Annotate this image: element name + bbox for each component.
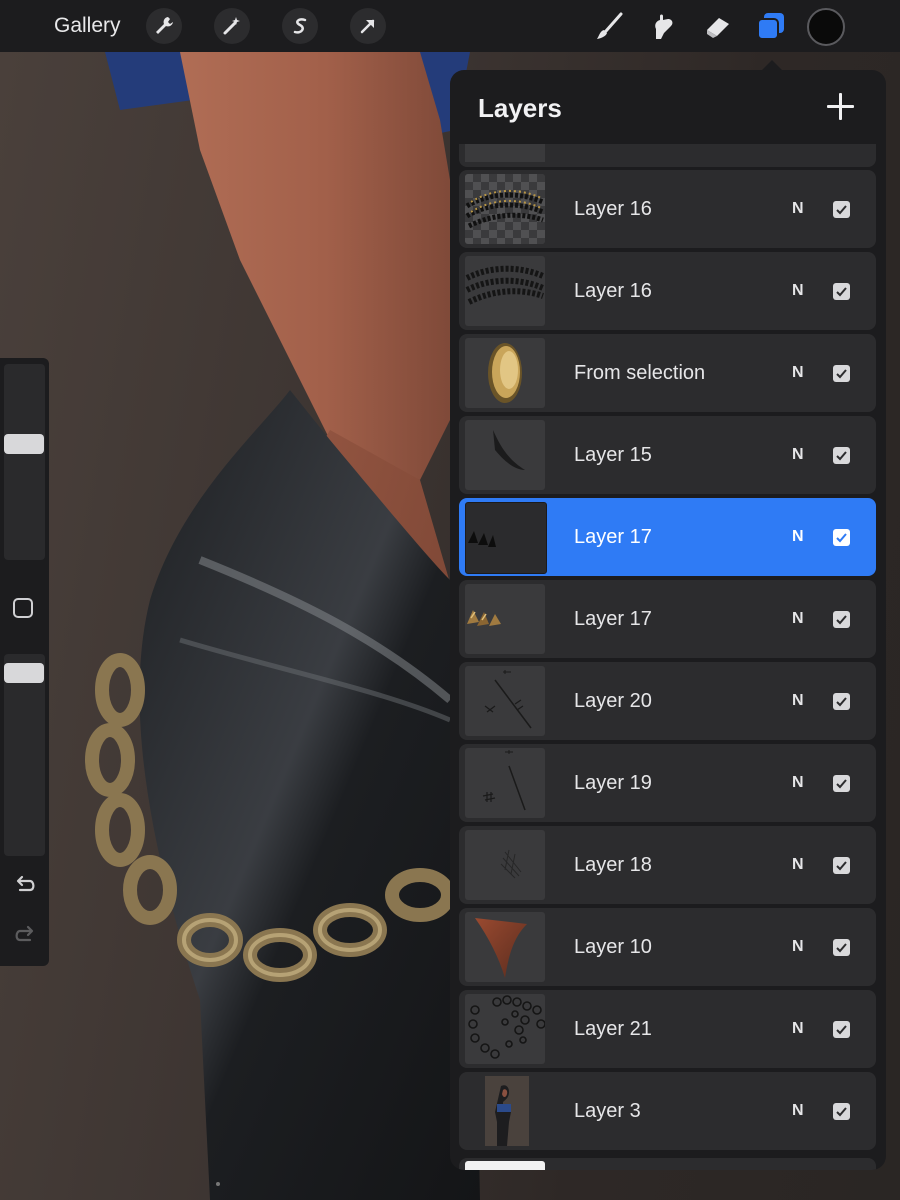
top-toolbar: Gallery [0,0,900,52]
smudge-icon[interactable] [645,8,681,44]
page-indicator-dot [216,1182,220,1186]
layer-list[interactable]: Layer 16 N Layer 16 N From selection N L… [459,144,877,1170]
layer-row-partial-top[interactable] [459,144,876,167]
opacity-slider[interactable] [4,654,45,856]
layers-panel-title: Layers [478,93,562,123]
layer-row[interactable]: Layer 15 N [459,416,876,494]
visibility-checkbox[interactable] [833,529,850,546]
blend-mode-button[interactable]: N [792,608,804,630]
layer-name[interactable]: Layer 16 [574,278,652,304]
left-sidebar [0,358,49,966]
wrench-icon[interactable] [146,8,182,44]
layer-thumbnail [465,584,545,654]
layer-thumbnail [465,830,545,900]
layer-name[interactable]: Layer 20 [574,688,652,714]
blend-mode-button[interactable]: N [792,198,804,220]
selection-s-icon[interactable] [282,8,318,44]
layer-thumbnail [465,912,545,982]
blend-mode-button[interactable]: N [792,936,804,958]
blend-mode-button[interactable]: N [792,444,804,466]
layer-row[interactable]: Layer 20 N [459,662,876,740]
color-picker-button[interactable] [807,8,845,46]
visibility-checkbox[interactable] [833,201,850,218]
layer-row[interactable]: Layer 16 N [459,252,876,330]
undo-icon[interactable] [12,874,38,896]
layers-panel: Layers Layer 16 N Layer 16 N From select… [450,70,886,1170]
layer-name[interactable]: Layer 18 [574,852,652,878]
layer-row[interactable]: Layer 16 N [459,170,876,248]
layer-thumbnail [465,1076,545,1146]
layer-name[interactable]: Layer 17 [574,606,652,632]
visibility-checkbox[interactable] [833,693,850,710]
layer-thumbnail [465,338,545,408]
brush-icon[interactable] [592,8,628,44]
layer-row[interactable]: From selection N [459,334,876,412]
layer-thumbnail [465,256,545,326]
redo-icon[interactable] [12,924,38,946]
blend-mode-button[interactable]: N [792,690,804,712]
layer-name[interactable]: Layer 3 [574,1098,641,1124]
layer-name[interactable]: Layer 15 [574,442,652,468]
layer-row[interactable]: Layer 19 N [459,744,876,822]
layer-row[interactable]: Layer 3 N [459,1072,876,1150]
layer-name[interactable]: Layer 16 [574,196,652,222]
layer-thumbnail [465,748,545,818]
transform-arrow-icon[interactable] [350,8,386,44]
blend-mode-button[interactable]: N [792,854,804,876]
gallery-button[interactable]: Gallery [54,12,121,40]
layer-thumbnail [465,174,545,244]
layer-row-partial-bottom[interactable] [459,1158,876,1170]
visibility-checkbox[interactable] [833,447,850,464]
blend-mode-button[interactable]: N [792,526,804,548]
layer-thumbnail [465,502,547,574]
visibility-checkbox[interactable] [833,775,850,792]
layer-name[interactable]: Layer 21 [574,1016,652,1042]
blend-mode-button[interactable]: N [792,280,804,302]
layer-row[interactable]: Layer 17 N [459,580,876,658]
layers-icon[interactable] [753,8,789,44]
modify-button[interactable] [13,598,33,618]
eraser-icon[interactable] [700,8,736,44]
layer-row[interactable]: Layer 10 N [459,908,876,986]
layer-row[interactable]: Layer 18 N [459,826,876,904]
blend-mode-button[interactable]: N [792,1100,804,1122]
visibility-checkbox[interactable] [833,1103,850,1120]
visibility-checkbox[interactable] [833,939,850,956]
visibility-checkbox[interactable] [833,611,850,628]
brush-size-slider-thumb[interactable] [4,434,44,455]
layer-thumbnail [465,666,545,736]
blend-mode-button[interactable]: N [792,362,804,384]
visibility-checkbox[interactable] [833,1021,850,1038]
opacity-slider-thumb[interactable] [4,663,44,684]
plus-icon[interactable] [826,92,856,122]
layer-row-selected[interactable]: Layer 17 N [459,498,876,576]
layer-thumbnail [465,420,545,490]
layer-name[interactable]: Layer 10 [574,934,652,960]
layer-name[interactable]: From selection [574,360,705,386]
layer-row[interactable]: Layer 21 N [459,990,876,1068]
layer-name[interactable]: Layer 19 [574,770,652,796]
layer-thumbnail [465,994,545,1064]
visibility-checkbox[interactable] [833,365,850,382]
magic-wand-icon[interactable] [214,8,250,44]
blend-mode-button[interactable]: N [792,1018,804,1040]
brush-size-slider[interactable] [4,364,45,560]
visibility-checkbox[interactable] [833,283,850,300]
blend-mode-button[interactable]: N [792,772,804,794]
visibility-checkbox[interactable] [833,857,850,874]
layer-name[interactable]: Layer 17 [574,524,652,550]
